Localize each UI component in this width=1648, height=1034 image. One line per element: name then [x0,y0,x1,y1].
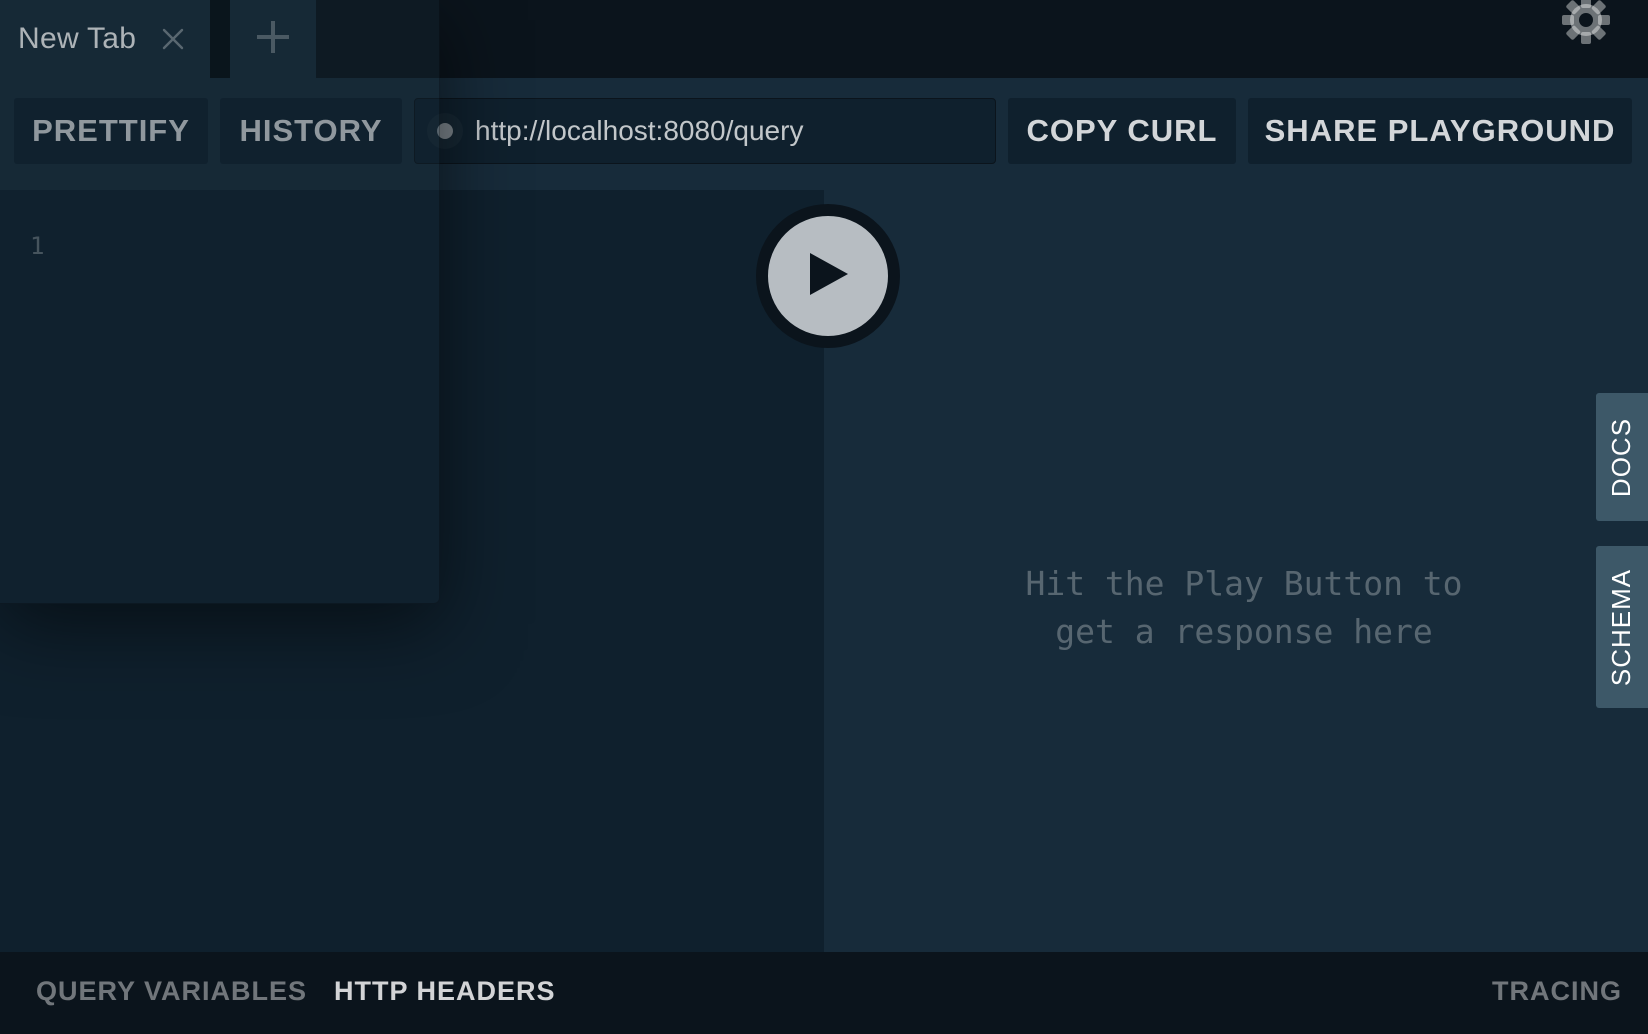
share-playground-button[interactable]: SHARE PLAYGROUND [1248,98,1632,164]
endpoint-url-input[interactable] [475,115,975,147]
plus-icon [255,19,291,60]
http-headers-tab[interactable]: HTTP HEADERS [334,976,556,1007]
tab-label: New Tab [18,22,137,55]
schema-tab-label: SCHEMA [1606,568,1637,686]
gear-icon [1562,0,1610,49]
result-pane: Hit the Play Button to get a response he… [824,190,1648,952]
toolbar: PRETTIFY HISTORY COPY CURL SHARE PLAYGRO… [0,78,1648,190]
docs-tab-label: DOCS [1606,417,1637,497]
result-placeholder: Hit the Play Button to get a response he… [1025,564,1463,651]
tab-bar: New Tab [0,0,1648,78]
execute-query-button[interactable] [756,204,900,348]
connection-status-icon [437,123,453,139]
settings-button[interactable] [1562,0,1610,44]
copy-curl-button[interactable]: COPY CURL [1008,98,1236,164]
play-icon [806,251,850,302]
tab-new-tab[interactable]: New Tab [0,0,210,78]
schema-tab[interactable]: SCHEMA [1596,546,1648,708]
query-variables-tab[interactable]: QUERY VARIABLES [36,976,307,1007]
prettify-button[interactable]: PRETTIFY [14,98,208,164]
close-icon[interactable] [160,26,186,52]
query-editor[interactable]: 1 [0,190,824,952]
tab-divider [210,0,230,78]
endpoint-url-bar[interactable] [414,98,996,164]
history-button[interactable]: HISTORY [220,98,402,164]
line-number: 1 [30,232,45,260]
bottom-bar: QUERY VARIABLES HTTP HEADERS TRACING [0,952,1648,1034]
graphql-playground: New Tab PRETTIFY HISTORY http://localhos… [0,0,1648,1034]
tracing-tab[interactable]: TRACING [1492,976,1622,1007]
docs-tab[interactable]: DOCS [1596,393,1648,521]
add-tab-button[interactable] [230,0,316,78]
